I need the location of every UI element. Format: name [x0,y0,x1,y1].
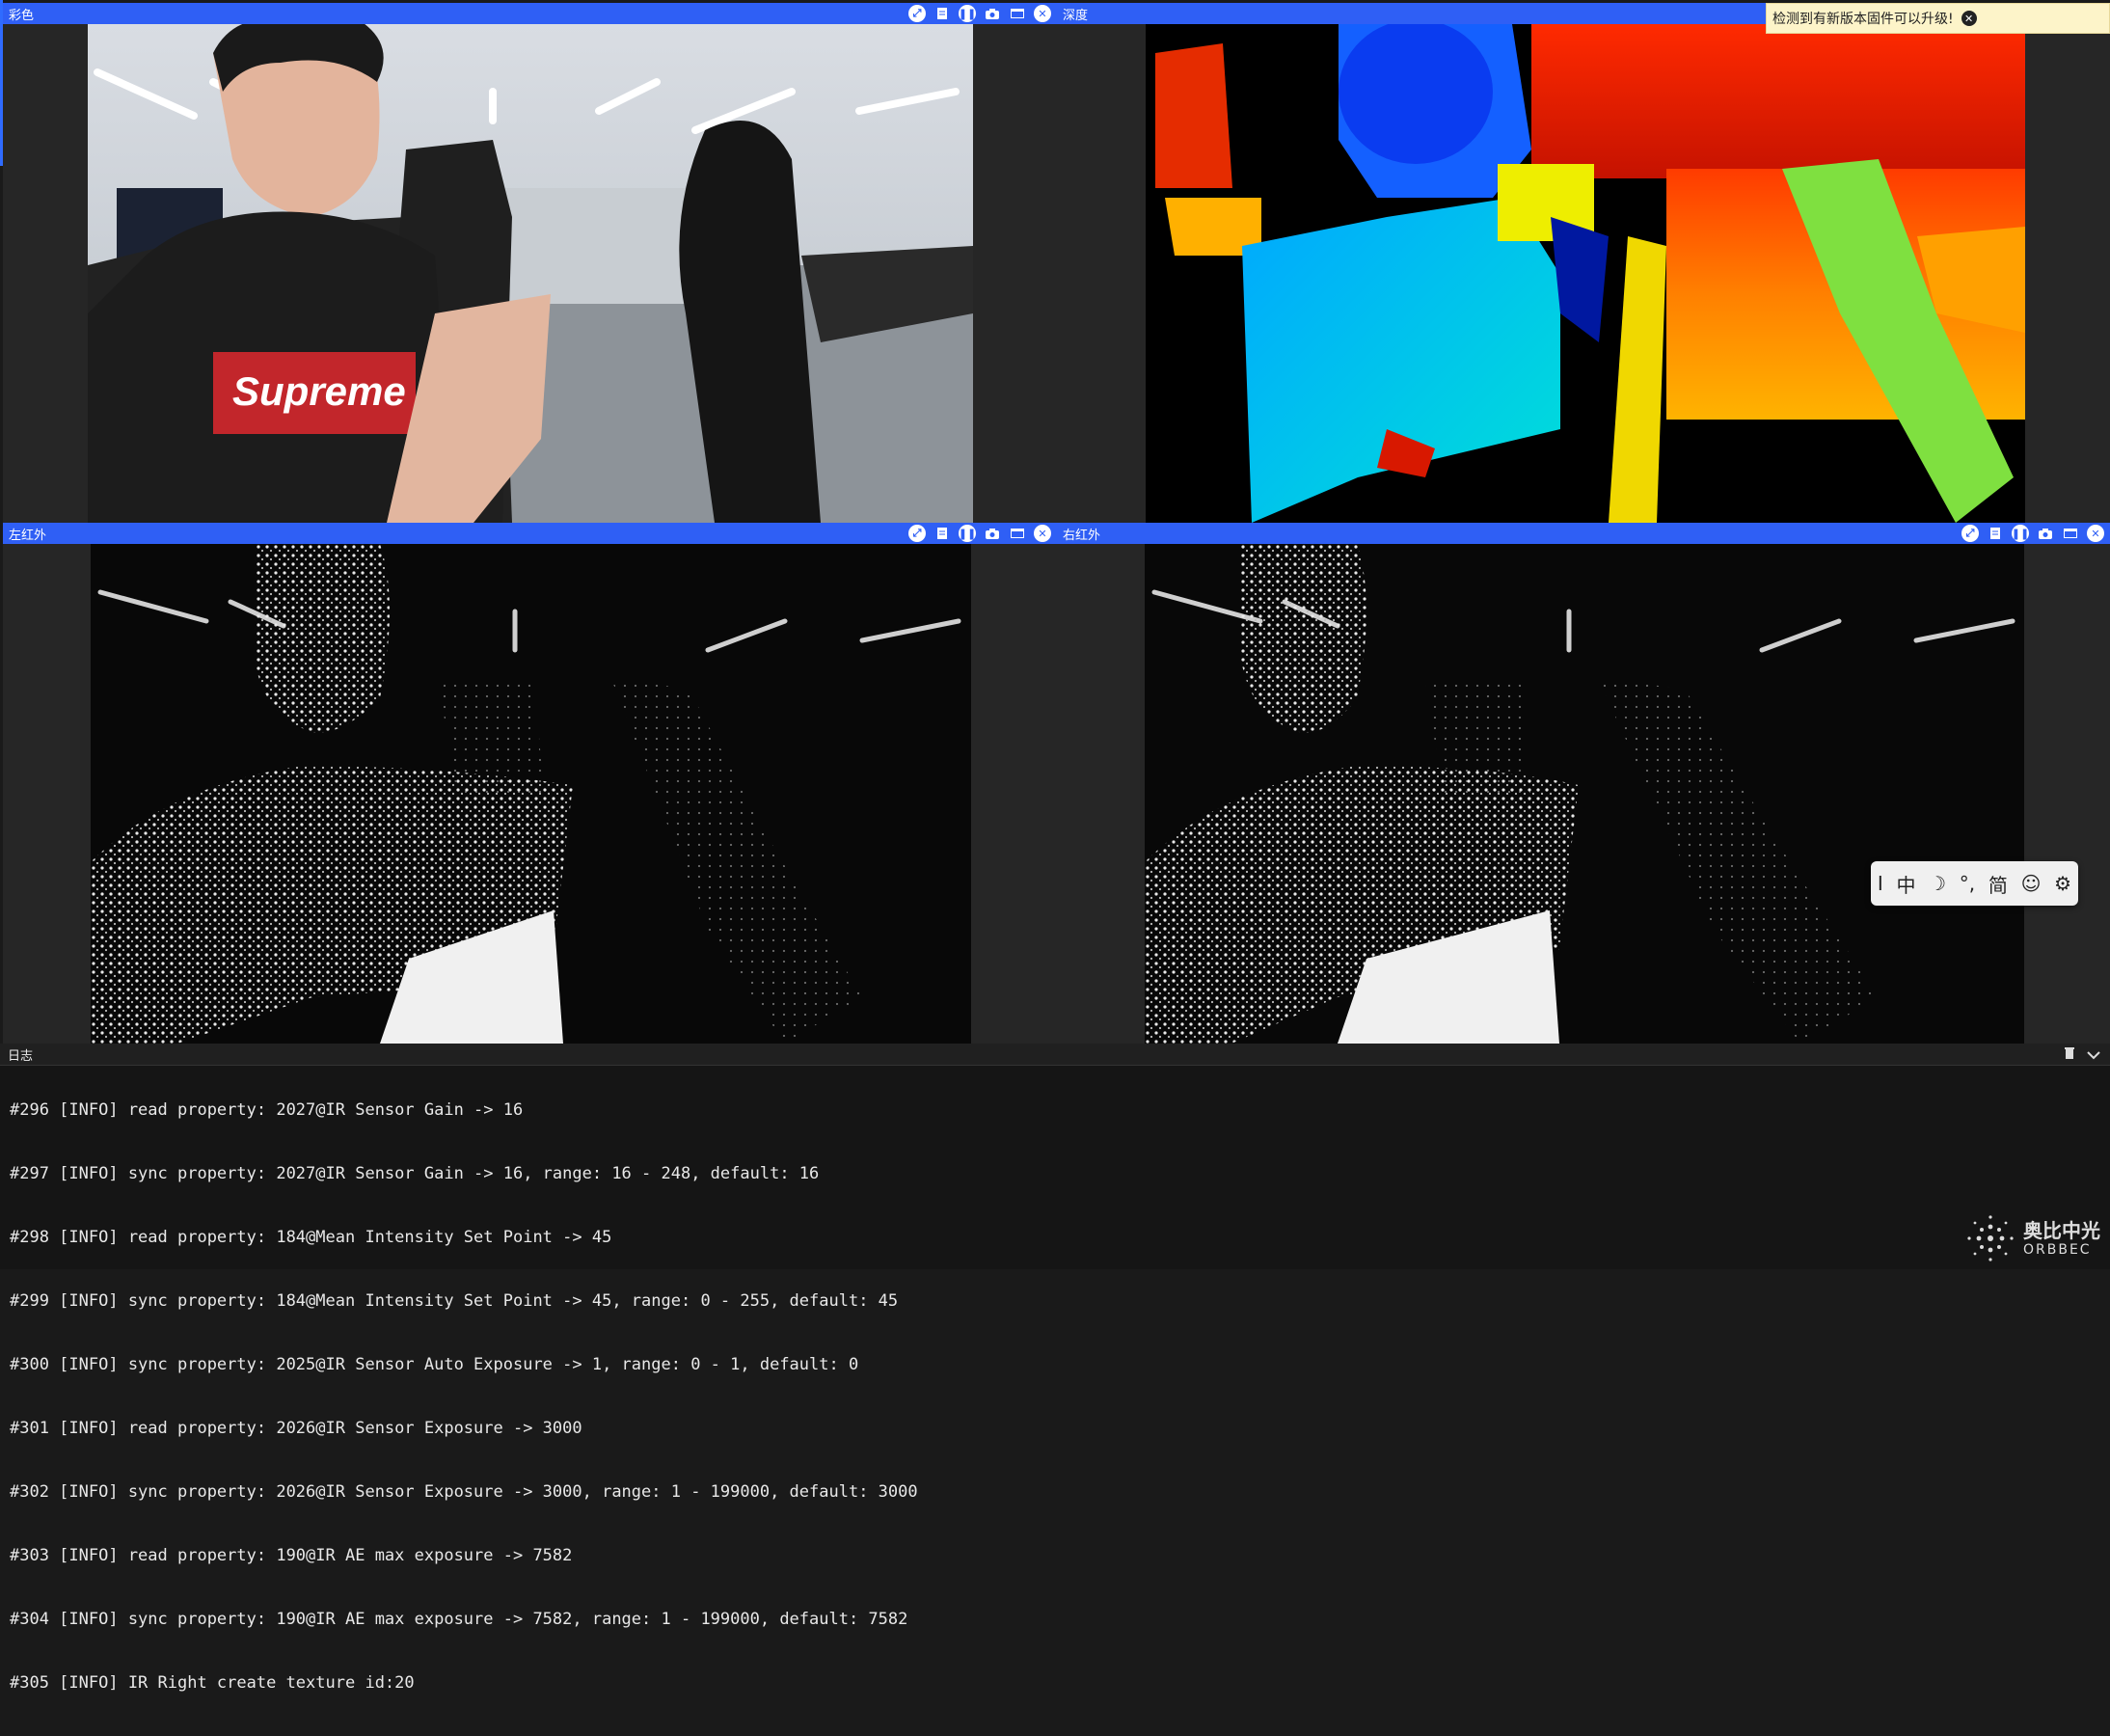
toast-close-icon[interactable]: ✕ [1961,11,1977,26]
color-panel-tools: ⤢ ❚❚ ✕ [908,5,1057,22]
info-icon[interactable] [933,525,951,542]
ime-drag-handle[interactable]: I [1878,872,1883,895]
log-line: #301 [INFO] read property: 2026@IR Senso… [10,1419,582,1438]
color-stream-panel: 彩色 ⤢ ❚❚ ✕ Supreme [3,3,1057,523]
color-video-view: Supreme [88,24,973,523]
depth-video-view [1146,24,2025,523]
log-line: #300 [INFO] sync property: 2025@IR Senso… [10,1355,859,1374]
window-icon[interactable] [2062,525,2079,542]
moon-icon[interactable]: ☽ [1929,872,1946,895]
simplified-toggle[interactable]: 简 [1988,870,2008,898]
ir-left-panel-title: 左红外 [9,528,47,543]
svg-text:Supreme: Supreme [232,368,406,414]
ir-left-panel-titlebar: 左红外 ⤢ ❚❚ ✕ [3,523,1057,544]
expand-icon[interactable]: ⤢ [908,5,926,22]
ir-right-video-view [1145,544,2024,1044]
ir-right-stream-panel: 右红外 ⤢ ❚❚ ✕ [1057,523,2110,1044]
gear-icon[interactable]: ⚙ [2054,872,2071,895]
log-line: #305 [INFO] IR Right create texture id:2… [10,1673,415,1693]
camera-icon[interactable] [984,5,1001,22]
pause-icon[interactable]: ❚❚ [959,525,976,542]
ir-right-panel-titlebar: 右红外 ⤢ ❚❚ ✕ [1057,523,2110,544]
toast-message: 检测到有新版本固件可以升级! [1772,12,1954,27]
ir-left-video-view [91,544,971,1044]
log-line: #299 [INFO] sync property: 184@Mean Inte… [10,1291,899,1311]
close-icon[interactable]: ✕ [1034,525,1051,542]
ir-right-panel-title: 右红外 [1063,528,1101,543]
ime-mode-toggle[interactable]: 中 [1896,870,1915,898]
log-line: #298 [INFO] read property: 184@Mean Inte… [10,1228,612,1247]
camera-icon[interactable] [2037,525,2054,542]
ime-toolbar[interactable]: I 中 ☽ °, 简 ☺ ⚙ [1871,861,2078,906]
log-line: #296 [INFO] read property: 2027@IR Senso… [10,1100,524,1120]
log-line: #304 [INFO] sync property: 190@IR AE max… [10,1610,908,1629]
firmware-update-toast[interactable]: 检测到有新版本固件可以升级! ✕ [1766,3,2110,34]
log-line: #297 [INFO] sync property: 2027@IR Senso… [10,1164,820,1183]
log-line: #302 [INFO] sync property: 2026@IR Senso… [10,1482,918,1502]
orbbec-logo: 奥比中光 ORBBEC [1963,1211,2100,1265]
info-icon[interactable] [1987,525,2004,542]
log-body: #296 [INFO] read property: 2027@IR Senso… [10,1057,2110,1736]
expand-icon[interactable]: ⤢ [908,525,926,542]
info-icon[interactable] [933,5,951,22]
ir-left-stream-panel: 左红外 ⤢ ❚❚ ✕ [3,523,1057,1044]
window-icon[interactable] [1009,525,1026,542]
close-icon[interactable]: ✕ [2087,525,2104,542]
expand-icon[interactable]: ⤢ [1961,525,1979,542]
pause-icon[interactable]: ❚❚ [2012,525,2029,542]
log-line: #303 [INFO] read property: 190@IR AE max… [10,1546,573,1565]
depth-stream-panel: 深度 [1057,3,2110,523]
ir-right-panel-tools: ⤢ ❚❚ ✕ [1961,525,2110,542]
orbbec-logo-mark [1967,1215,2014,1261]
ir-left-panel-tools: ⤢ ❚❚ ✕ [908,525,1057,542]
brand-name-en: ORBBEC [2023,1241,2092,1258]
punctuation-toggle[interactable]: °, [1960,872,1975,895]
color-panel-title: 彩色 [9,8,35,23]
color-panel-titlebar: 彩色 ⤢ ❚❚ ✕ [3,3,1057,24]
pause-icon[interactable]: ❚❚ [959,5,976,22]
depth-panel-title: 深度 [1063,8,1089,23]
camera-icon[interactable] [984,525,1001,542]
log-panel: 日志 #296 [INFO] read property: 2027@IR Se… [0,1044,2110,1693]
emoji-icon[interactable]: ☺ [2021,872,2042,895]
brand-name-cn: 奥比中光 [2023,1218,2100,1242]
close-icon[interactable]: ✕ [1034,5,1051,22]
window-icon[interactable] [1009,5,1026,22]
